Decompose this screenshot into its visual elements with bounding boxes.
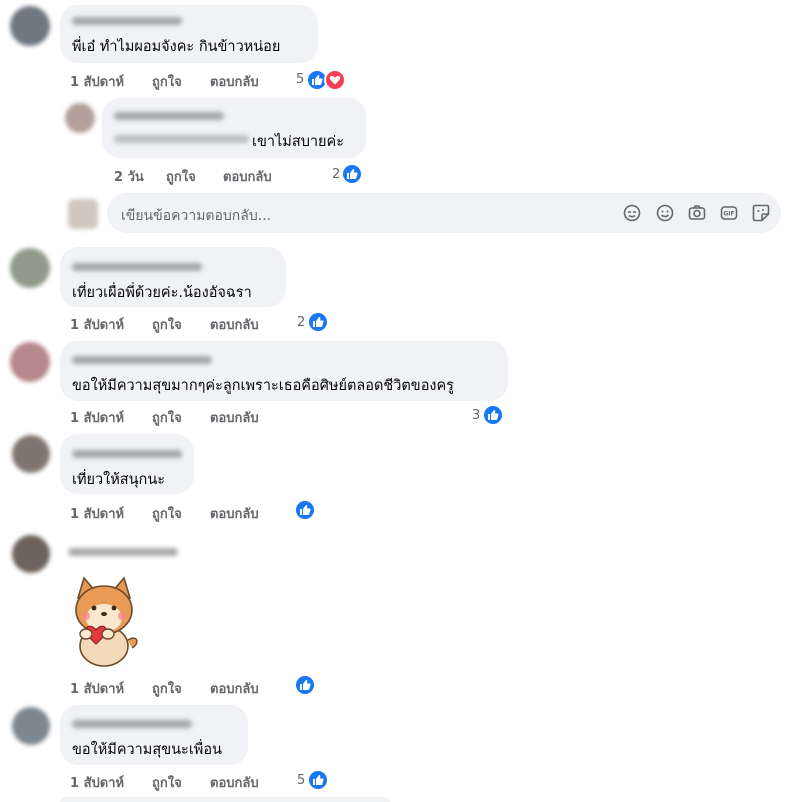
shiba-dog-heart-sticker[interactable] [64,574,144,670]
author-name[interactable] [72,450,182,458]
reply-input[interactable]: เขียนข้อความตอบกลับ... GIF [107,193,781,233]
like-reaction-icon[interactable] [341,163,363,185]
like-link[interactable]: ถูกใจ [152,314,182,335]
reply-placeholder: เขียนข้อความตอบกลับ... [121,208,272,224]
comment-time[interactable]: 1 สัปดาห์ [70,407,124,428]
like-reaction-icon[interactable] [482,404,504,426]
author-name[interactable] [72,720,192,728]
comment-text: เที่ยวให้สนุกนะ [72,472,166,488]
like-reaction-icon[interactable] [294,499,316,521]
comment-time[interactable]: 1 สัปดาห์ [70,678,124,699]
reply-link[interactable]: ตอบกลับ [223,166,272,187]
avatar[interactable] [12,707,50,745]
reply-link[interactable]: ตอบกลับ [210,503,259,524]
reaction-count[interactable]: 2 [297,315,305,330]
author-name[interactable] [72,356,212,364]
comment-bubble: เที่ยวเผื่อพี่ด้วยค่ะ.น้องอัจฉรา [60,247,286,307]
avatar[interactable] [12,435,50,473]
like-link[interactable]: ถูกใจ [166,166,196,187]
reply-link[interactable]: ตอบกลับ [210,314,259,335]
author-name[interactable] [72,17,182,25]
comment-time[interactable]: 2 วัน [114,166,144,187]
comment-text: พี่เอ๋ ทำไมผอมจังคะ กินข้าวหน่อย [72,39,281,55]
svg-text:GIF: GIF [723,211,734,218]
reply-link[interactable]: ตอบกลับ [210,71,259,92]
comment-time[interactable]: 1 สัปดาห์ [70,503,124,524]
comment-bubble: ขอให้มีความสุขมากๆค่ะลูกเพราะเธอคือศิษย์… [60,341,508,401]
comment-time[interactable]: 1 สัปดาห์ [70,772,124,793]
avatar[interactable] [10,342,50,382]
reply-link[interactable]: ตอบกลับ [210,772,259,793]
comment-bubble-partial [60,797,390,802]
like-reaction-icon[interactable] [294,674,316,696]
comment-actions: 1 สัปดาห์ ถูกใจ ตอบกลับ [70,678,370,699]
sticker-face-icon[interactable] [623,204,641,222]
comment-actions: 2 วัน ถูกใจ ตอบกลับ [114,166,414,187]
comment-text: เขาไม่สบายค่ะ [252,134,345,150]
like-link[interactable]: ถูกใจ [152,503,182,524]
comment-text: ขอให้มีความสุขนะเพื่อน [72,742,222,758]
blurred-text [114,135,249,143]
camera-icon[interactable] [688,204,706,222]
reaction-count[interactable]: 5 [296,72,304,87]
love-reaction-icon[interactable] [324,69,346,91]
comment-actions: 1 สัปดาห์ ถูกใจ ตอบกลับ [70,503,370,524]
comment-text: เที่ยวเผื่อพี่ด้วยค่ะ.น้องอัจฉรา [72,285,252,301]
comment-bubble: เขาไม่สบายค่ะ [102,98,366,158]
avatar[interactable] [12,535,50,573]
comment-time[interactable]: 1 สัปดาห์ [70,314,124,335]
avatar[interactable] [65,103,95,133]
author-name[interactable] [114,112,224,120]
reaction-count[interactable]: 2 [332,167,340,182]
gif-icon[interactable]: GIF [720,204,738,222]
comment-text: ขอให้มีความสุขมากๆค่ะลูกเพราะเธอคือศิษย์… [72,378,454,394]
reply-link[interactable]: ตอบกลับ [210,407,259,428]
like-reaction-icon[interactable] [307,769,329,791]
comment-bubble: ขอให้มีความสุขนะเพื่อน [60,705,248,765]
comment-actions: 1 สัปดาห์ ถูกใจ ตอบกลับ [70,407,370,428]
like-link[interactable]: ถูกใจ [152,407,182,428]
author-name[interactable] [72,263,202,271]
like-reaction-icon[interactable] [307,311,329,333]
reply-link[interactable]: ตอบกลับ [210,678,259,699]
sticker-icon[interactable] [752,204,770,222]
avatar[interactable] [10,248,50,288]
emoji-icon[interactable] [656,204,674,222]
comment-bubble: พี่เอ๋ ทำไมผอมจังคะ กินข้าวหน่อย [60,5,318,63]
like-link[interactable]: ถูกใจ [152,772,182,793]
author-name[interactable] [68,548,178,556]
avatar[interactable] [10,6,50,46]
like-link[interactable]: ถูกใจ [152,71,182,92]
comment-bubble: เที่ยวให้สนุกนะ [60,434,194,494]
reaction-count[interactable]: 5 [297,773,305,788]
comment-time[interactable]: 1 สัปดาห์ [70,71,124,92]
reaction-count[interactable]: 3 [472,408,480,423]
like-link[interactable]: ถูกใจ [152,678,182,699]
my-avatar[interactable] [68,199,98,229]
